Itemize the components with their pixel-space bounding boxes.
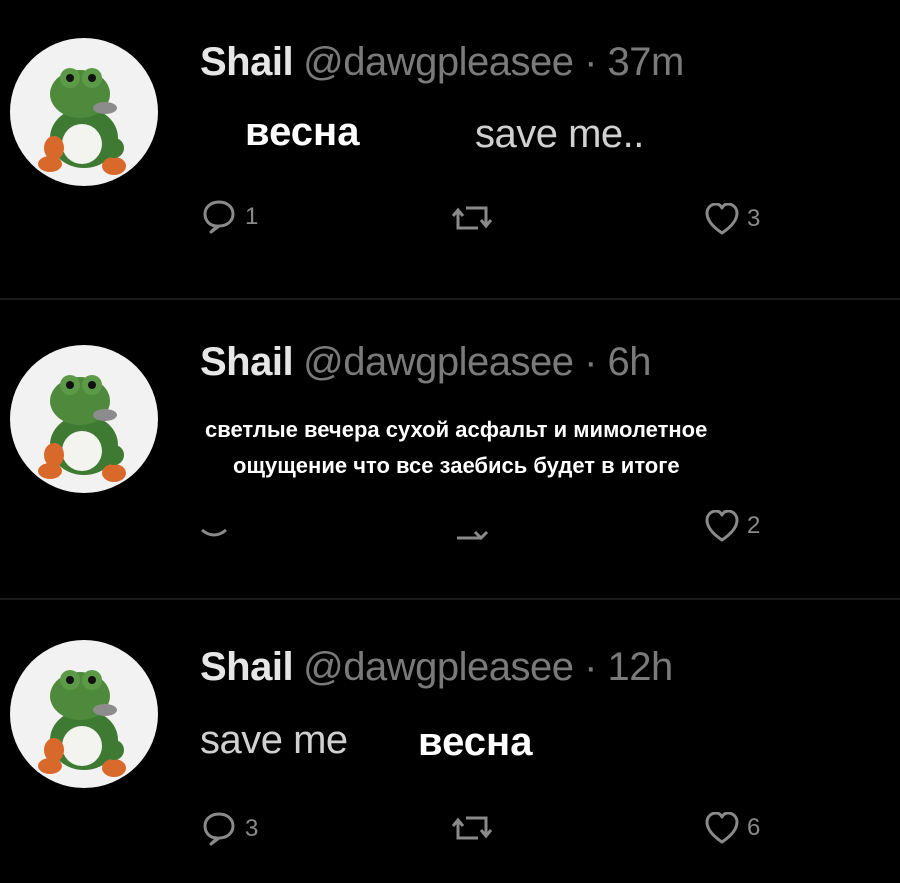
frog-avatar-icon xyxy=(38,670,126,777)
retweet-icon xyxy=(452,816,492,840)
avatar[interactable] xyxy=(10,38,158,186)
reply-icon xyxy=(201,528,227,537)
timestamp[interactable]: 12h xyxy=(608,645,674,689)
author-handle[interactable]: @dawgpleasee xyxy=(303,645,574,689)
retweet-icon xyxy=(457,530,489,541)
separator: · xyxy=(584,645,597,689)
retweet-button[interactable] xyxy=(452,812,492,844)
like-count: 3 xyxy=(747,205,761,232)
avatar[interactable] xyxy=(10,640,158,788)
timestamp[interactable]: 6h xyxy=(608,340,652,384)
like-button[interactable]: 2 xyxy=(705,510,760,542)
author-name[interactable]: Shail xyxy=(200,40,294,84)
like-icon xyxy=(705,203,739,235)
like-icon xyxy=(705,510,739,542)
frog-avatar-icon xyxy=(38,375,126,482)
frog-avatar-icon xyxy=(38,68,126,175)
like-icon xyxy=(705,812,739,844)
tweet-header: Shail @dawgpleasee · 6h xyxy=(200,340,652,385)
tweet-3[interactable]: Shail @dawgpleasee · 12h save me весна 3 … xyxy=(0,600,900,883)
author-name[interactable]: Shail xyxy=(200,340,294,384)
reply-button[interactable]: 1 xyxy=(203,200,258,234)
overlay-caption-line-2: ощущение что все заебись будет в итоге xyxy=(233,453,680,478)
overlay-caption: весна xyxy=(245,110,360,154)
author-name[interactable]: Shail xyxy=(200,645,294,689)
retweet-button[interactable] xyxy=(455,526,495,542)
tweet-text: save me xyxy=(200,718,348,762)
author-handle[interactable]: @dawgpleasee xyxy=(303,340,574,384)
retweet-button[interactable] xyxy=(452,202,492,234)
tweet-text: save me.. xyxy=(475,112,644,156)
reply-button[interactable]: 3 xyxy=(203,812,258,846)
reply-count: 3 xyxy=(245,815,259,842)
tweet-2[interactable]: Shail @dawgpleasee · 6h светлые вечера су… xyxy=(0,300,900,598)
separator: · xyxy=(584,340,597,384)
reply-icon xyxy=(203,200,235,234)
like-button[interactable]: 6 xyxy=(705,812,760,844)
tweet-header: Shail @dawgpleasee · 37m xyxy=(200,40,684,85)
overlay-caption: весна xyxy=(418,720,533,764)
tweet-1[interactable]: Shail @dawgpleasee · 37m весна save me.. … xyxy=(0,0,900,298)
retweet-icon xyxy=(452,206,492,230)
tweet-header: Shail @dawgpleasee · 12h xyxy=(200,645,673,690)
like-count: 2 xyxy=(747,512,761,539)
author-handle[interactable]: @dawgpleasee xyxy=(303,40,574,84)
reply-button[interactable] xyxy=(200,526,230,542)
like-button[interactable]: 3 xyxy=(705,203,760,235)
avatar[interactable] xyxy=(10,345,158,493)
separator: · xyxy=(584,40,597,84)
reply-count: 1 xyxy=(245,203,259,230)
timestamp[interactable]: 37m xyxy=(608,40,685,84)
like-count: 6 xyxy=(747,814,761,841)
overlay-caption-line-1: светлые вечера сухой асфальт и мимолетно… xyxy=(205,417,708,442)
reply-icon xyxy=(203,812,235,846)
